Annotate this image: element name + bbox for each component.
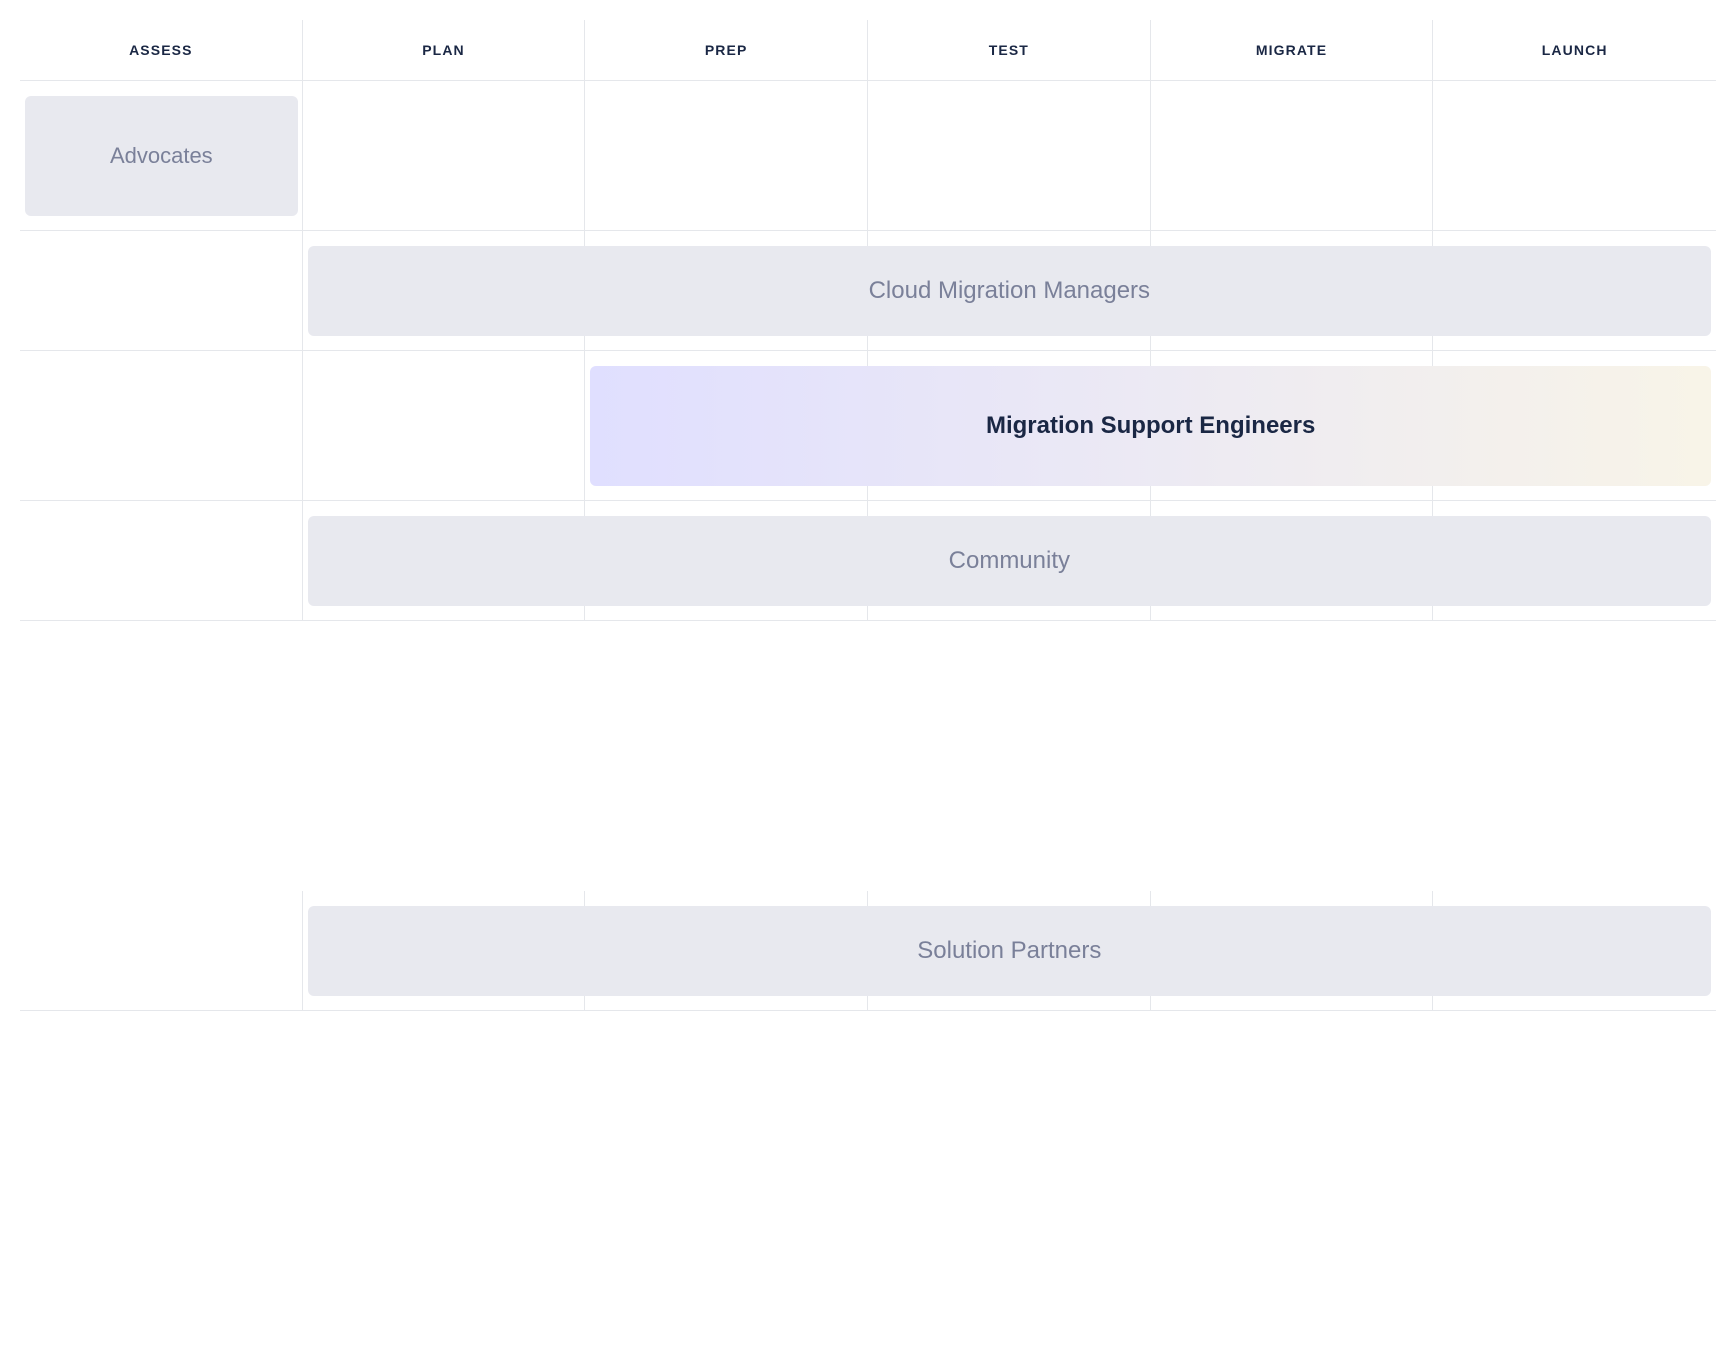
solution-partners-label: Solution Partners (917, 937, 1101, 965)
migration-support-block: Migration Support Engineers (590, 366, 1711, 486)
migration-row-wrapper: Migration Support Engineers (20, 351, 1716, 501)
bottom-cell-4 (20, 1176, 1716, 1231)
solution-partners-block: Solution Partners (308, 906, 1711, 996)
cloud-cell-1 (20, 231, 303, 351)
community-block: Community (308, 516, 1711, 606)
separator-row (20, 621, 1716, 891)
grid-body: Advocates Cloud Migration Managers (20, 81, 1716, 1341)
sep-cell-4 (20, 756, 1716, 801)
header-plan: PLAN (303, 20, 586, 80)
bottom-cell-6 (20, 1286, 1716, 1341)
advocates-block: Advocates (25, 96, 298, 216)
migration-support-label: Migration Support Engineers (986, 412, 1315, 440)
header-row: ASSESS PLAN PREP TEST MIGRATE LAUNCH (20, 20, 1716, 81)
advocates-cell-5 (1151, 81, 1434, 231)
cloud-migration-block: Cloud Migration Managers (308, 246, 1711, 336)
bottom-cell-5 (20, 1231, 1716, 1286)
header-prep: PREP (585, 20, 868, 80)
gantt-chart: ASSESS PLAN PREP TEST MIGRATE LAUNCH Adv… (20, 20, 1716, 1341)
header-migrate: MIGRATE (1151, 20, 1434, 80)
header-test: TEST (868, 20, 1151, 80)
advocates-cell-4 (868, 81, 1151, 231)
sep-cell-1 (20, 621, 1716, 666)
cloud-row-wrapper: Cloud Migration Managers (20, 231, 1716, 351)
migration-cell-1 (20, 351, 303, 501)
advocates-label: Advocates (110, 143, 213, 169)
community-cell-1 (20, 501, 303, 621)
solution-row-wrapper: Solution Partners (20, 891, 1716, 1011)
community-label: Community (949, 547, 1070, 575)
advocates-cell-3 (585, 81, 868, 231)
sep-cell-3 (20, 711, 1716, 756)
bottom-cell-2 (20, 1066, 1716, 1121)
bottom-cell-1 (20, 1011, 1716, 1066)
advocates-cell-2 (303, 81, 586, 231)
migration-cell-2 (303, 351, 586, 501)
sep-cell-6 (20, 846, 1716, 891)
bottom-cell-3 (20, 1121, 1716, 1176)
bottom-row (20, 1011, 1716, 1341)
sep-cell-5 (20, 801, 1716, 846)
cloud-migration-label: Cloud Migration Managers (869, 277, 1150, 305)
header-assess: ASSESS (20, 20, 303, 80)
advocates-cell-6 (1433, 81, 1716, 231)
community-row-wrapper: Community (20, 501, 1716, 621)
sep-cell-2 (20, 666, 1716, 711)
advocates-row-wrapper: Advocates (20, 81, 1716, 231)
header-launch: LAUNCH (1433, 20, 1716, 80)
solution-cell-1 (20, 891, 303, 1011)
